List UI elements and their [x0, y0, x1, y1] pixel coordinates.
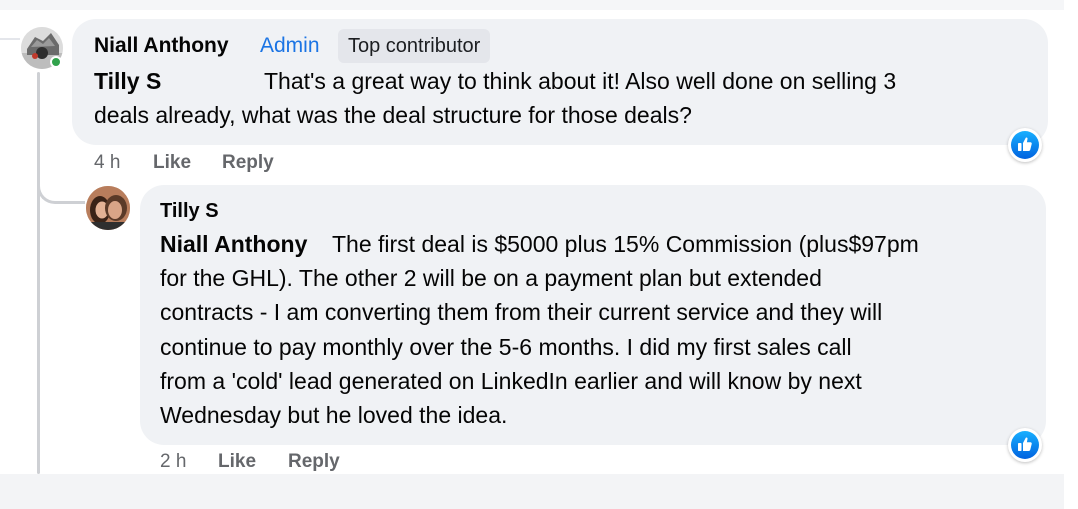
reply-reply-button[interactable]: Reply — [288, 451, 340, 473]
comment-like-button[interactable]: Like — [153, 152, 191, 174]
avatar-tilly-s[interactable] — [86, 186, 130, 230]
like-reaction-icon — [1018, 137, 1032, 151]
bottom-strip — [0, 474, 1064, 509]
reply-text-line-2: for the GHL). The other 2 will be on a p… — [160, 265, 822, 291]
reply-text-line-3: contracts - I am converting them from th… — [160, 299, 883, 325]
reply-mention[interactable]: Niall Anthony — [160, 231, 307, 258]
reply-timestamp[interactable]: 2 h — [160, 451, 186, 473]
comment-author[interactable]: Niall Anthony — [94, 34, 229, 58]
like-reaction-icon — [1018, 437, 1032, 451]
reply-text-line-6: Wednesday but he loved the idea. — [160, 402, 508, 428]
reply-text-line-1: The first deal is $5000 plus 15% Commiss… — [332, 231, 919, 257]
avatar-image — [86, 186, 130, 230]
reply-like-button[interactable]: Like — [218, 451, 256, 473]
comment-mention[interactable]: Tilly S — [94, 68, 161, 95]
thread-line — [37, 72, 40, 474]
reply-text-line-5: from a 'cold' lead generated on LinkedIn… — [160, 368, 862, 394]
top-contributor-badge[interactable]: Top contributor — [338, 29, 491, 63]
reply-like-reaction[interactable] — [1008, 428, 1042, 462]
right-edge — [1064, 0, 1078, 509]
comment-text-line-1: That's a great way to think about it! Al… — [264, 68, 897, 94]
reply-author[interactable]: Tilly S — [160, 200, 219, 223]
parent-thread-connector — [0, 38, 20, 40]
comment-like-reaction[interactable] — [1008, 128, 1042, 162]
top-strip — [0, 0, 1064, 10]
reply-text-line-4: continue to pay monthly over the 5-6 mon… — [160, 334, 852, 360]
comment-text-line-2: deals already, what was the deal structu… — [94, 102, 692, 128]
online-status-dot — [50, 56, 62, 68]
reply-connector — [37, 168, 85, 204]
comment-reply-button[interactable]: Reply — [222, 152, 274, 174]
admin-badge[interactable]: Admin — [260, 34, 320, 58]
comment-timestamp[interactable]: 4 h — [94, 152, 120, 174]
